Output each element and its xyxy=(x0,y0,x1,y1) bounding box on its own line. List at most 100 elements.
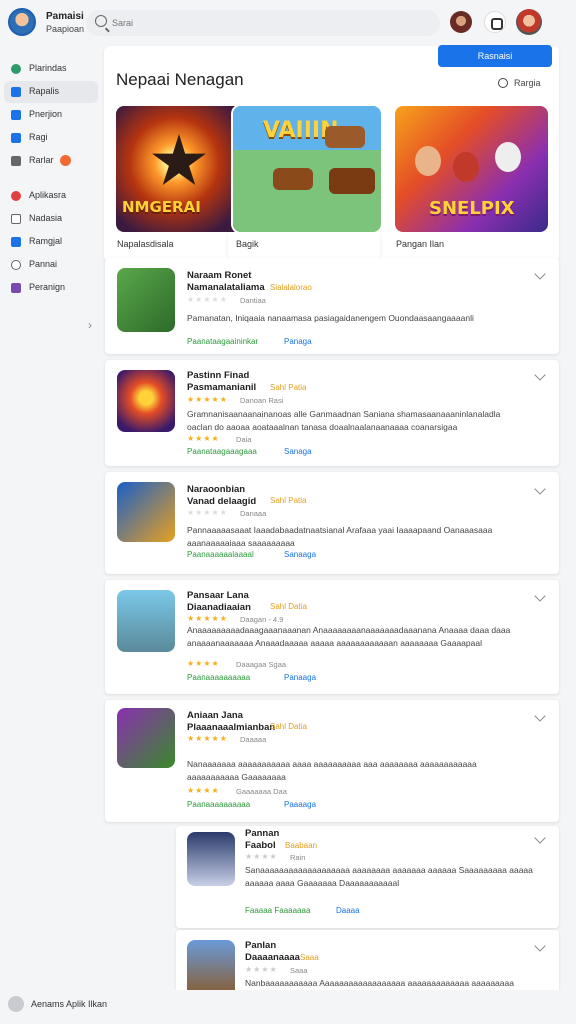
account-avatar[interactable] xyxy=(516,9,542,35)
rating-meta: Danaaa xyxy=(240,509,267,518)
vehicle-art xyxy=(325,126,365,148)
install-link[interactable]: Paanataagaaagaaa xyxy=(187,447,257,456)
sidebar-item-10[interactable]: Peranign xyxy=(4,277,98,299)
app-description: Gramnanisaanaanainanoas alle Ganmaadnan … xyxy=(187,409,501,432)
user-subtitle: Paapioan xyxy=(46,24,85,34)
sidebar-item-9[interactable]: Pannai xyxy=(4,254,98,276)
app-description: Pannaaaaasaaat Iaaadabaadatnaatsianal Ar… xyxy=(187,525,493,548)
chevron-right-icon[interactable]: › xyxy=(88,318,92,332)
search-box[interactable] xyxy=(86,10,440,36)
rating-stars: ★★★★ xyxy=(245,965,278,974)
install-link[interactable]: Paanaaaaaaaaaa xyxy=(187,673,250,682)
page-title: Nepaai Nenagan xyxy=(116,70,244,89)
window-icon xyxy=(11,214,21,224)
rating-stars: ★★★★★ xyxy=(187,295,228,304)
app-description: Anaaaaaaaaadaaagaaanaaanan Anaaaaaaaanaa… xyxy=(187,625,511,648)
sidebar-item-label: Ragi xyxy=(29,132,48,142)
more-link[interactable]: Sanaga xyxy=(284,447,312,456)
settings-icon[interactable] xyxy=(484,11,506,33)
featured-card-3[interactable]: SNELPIX xyxy=(395,106,548,232)
more-link[interactable]: Sanaaga xyxy=(284,550,316,559)
search-input[interactable] xyxy=(112,14,412,32)
app-subtitle: Vanad delaagid xyxy=(187,496,257,507)
vehicle-art xyxy=(329,168,375,194)
app-title: Naraoonbian xyxy=(187,484,246,495)
home-icon xyxy=(11,64,21,74)
character-art xyxy=(495,142,521,172)
library-icon xyxy=(11,156,21,166)
filter-link[interactable]: Rargia xyxy=(514,78,541,88)
more-link[interactable]: Paaaaga xyxy=(284,800,316,809)
user-avatar[interactable] xyxy=(8,8,36,36)
app-subtitle: Namanalataliama xyxy=(187,282,265,293)
apps-store-icon xyxy=(11,191,21,201)
sidebar-item-1[interactable]: Plarindas xyxy=(4,58,98,80)
sidebar-item-label: Plarindas xyxy=(29,63,67,73)
notification-badge xyxy=(60,155,71,166)
featured-card-caption: Bagik xyxy=(236,239,259,249)
footer-text[interactable]: Aenams Aplik Ilkan xyxy=(31,999,107,1009)
app-tag: Sahl Datia xyxy=(270,602,307,611)
sidebar-item-label: Nadasia xyxy=(29,213,63,223)
sidebar-item-label: Aplikasra xyxy=(29,190,67,200)
install-button[interactable]: Rasnaisi xyxy=(438,45,552,67)
sidebar-item-8[interactable]: Ramgjal xyxy=(4,231,98,253)
app-tag: Sahl Datia xyxy=(270,722,307,731)
app-subtitle: Plaaanaaalmianban xyxy=(187,722,276,733)
more-link[interactable]: Panaaga xyxy=(284,673,316,682)
featured-card-caption: Napalasdisala xyxy=(117,239,174,249)
rating-meta: Daagan - 4.9 xyxy=(240,615,284,624)
star-art xyxy=(152,134,206,185)
sidebar-item-label: Pannai xyxy=(29,259,58,269)
app-subtitle: Faabol xyxy=(245,840,276,851)
footer-avatar[interactable] xyxy=(8,996,24,1012)
search-icon xyxy=(95,15,107,27)
app-tag: Sahl Patia xyxy=(270,383,307,392)
app-tag: Saaa xyxy=(300,953,319,962)
apps-icon xyxy=(11,87,21,97)
app-title: Pansaar Lana xyxy=(187,590,249,601)
footer-bar: Aenams Aplik Ilkan xyxy=(0,990,576,1024)
calendar-icon xyxy=(11,237,21,247)
sidebar-item-2[interactable]: Rapalis xyxy=(4,81,98,103)
sidebar-item-3[interactable]: Pnerjion xyxy=(4,104,98,126)
card-art-title: NMGERAI xyxy=(122,198,201,216)
rating-meta: Gaaaaaaa Daa xyxy=(236,787,287,796)
rating-meta: Dantiaa xyxy=(240,296,266,305)
app-icon xyxy=(117,708,175,768)
app-icon xyxy=(187,832,235,886)
app-icon xyxy=(117,268,175,332)
sidebar-item-7[interactable]: Nadasia xyxy=(4,208,98,230)
user-name: Pamaisi xyxy=(46,11,84,22)
app-title: Aniaan Jana xyxy=(187,710,243,721)
more-link[interactable]: Panaga xyxy=(284,337,312,346)
app-description: Nanaaaaaaa aaaaaaaaaaa aaaa aaaaaaaaaa a… xyxy=(187,759,477,782)
app-tag: Baabaan xyxy=(285,841,318,850)
rating-meta: Daia xyxy=(236,435,252,444)
install-link[interactable]: Paanaaaaaaaaaa xyxy=(187,800,250,809)
featured-card-1[interactable]: NMGERAI xyxy=(116,106,246,232)
app-description: Sanaaaaaaaaaaaaaaaaaaa aaaaaaaa aaaaaaa … xyxy=(245,865,533,888)
sidebar-item-4[interactable]: Ragi xyxy=(4,127,98,149)
app-icon xyxy=(117,590,175,652)
app-subtitle: Daaaanaaaa xyxy=(245,952,300,963)
search-icon xyxy=(498,78,508,88)
rating-meta: Daaagaa Sgaa xyxy=(236,660,287,669)
tag-icon xyxy=(11,283,21,293)
profile-icon[interactable] xyxy=(450,11,472,33)
install-link[interactable]: Paanaaaaaalaaaal xyxy=(187,550,254,559)
vehicle-art xyxy=(273,168,313,190)
install-link[interactable]: Paanataagaaininkar xyxy=(187,337,258,346)
rating-stars: ★★★★★ xyxy=(187,508,228,517)
rating-stars: ★★★★★ xyxy=(187,614,228,623)
sidebar-item-6[interactable]: Aplikasra xyxy=(4,185,98,207)
featured-card-2[interactable]: VAIIIN xyxy=(233,106,381,232)
app-title: Pastinn Finad xyxy=(187,370,250,381)
install-link[interactable]: Faaaaa Faaaaaaa xyxy=(245,906,310,915)
app-subtitle: Diaanadiaaian xyxy=(187,602,251,613)
rating-stars: ★★★★★ xyxy=(187,734,228,743)
sidebar-item-label: Ramgjal xyxy=(29,236,63,246)
more-link[interactable]: Daaaa xyxy=(336,906,360,915)
sidebar-item-5[interactable]: Rarlar xyxy=(4,150,98,172)
book-icon xyxy=(11,133,21,143)
